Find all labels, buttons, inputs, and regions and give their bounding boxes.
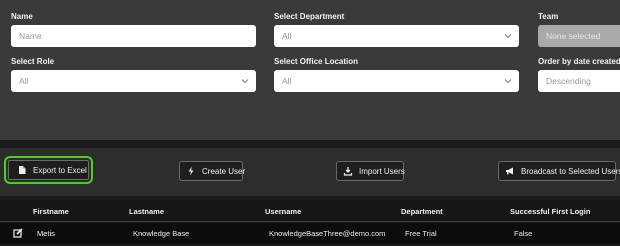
chevron-down-icon (504, 79, 512, 84)
role-label: Select Role (11, 57, 55, 66)
column-header-firstname[interactable]: Firstname (33, 207, 69, 216)
create-user-label: Create User (202, 166, 246, 176)
export-to-excel-button[interactable]: Export to Excel (4, 156, 93, 184)
team-value: None selected (546, 31, 601, 41)
office-location-select[interactable]: All (274, 70, 519, 92)
role-value: All (19, 76, 29, 86)
users-table: Firstname Lastname Username Department S… (0, 200, 620, 246)
cell-firstname: Metis (37, 229, 55, 238)
import-users-label: Import Users (359, 166, 405, 176)
table-header: Firstname Lastname Username Department S… (0, 200, 620, 222)
import-users-button[interactable]: Import Users (336, 161, 405, 181)
action-bar: Export to Excel Create User Import Users… (0, 148, 620, 196)
column-header-department[interactable]: Department (401, 207, 443, 216)
file-icon (19, 166, 26, 174)
cell-lastname: Knowledge Base (133, 229, 190, 238)
cell-department: Free Trial (405, 229, 437, 238)
name-input[interactable]: Name (11, 25, 256, 47)
office-location-value: All (282, 76, 292, 86)
column-header-lastname[interactable]: Lastname (129, 207, 164, 216)
name-label: Name (11, 12, 33, 21)
department-value: All (282, 31, 292, 41)
chevron-down-icon (241, 79, 249, 84)
department-label: Select Department (274, 12, 345, 21)
export-to-excel-label: Export to Excel (33, 165, 87, 175)
cell-first-login: False (514, 229, 533, 238)
column-header-first-login[interactable]: Successful First Login (510, 207, 590, 216)
team-label: Team (538, 12, 559, 21)
create-user-button[interactable]: Create User (179, 161, 246, 181)
column-header-username[interactable]: Username (265, 207, 301, 216)
edit-icon[interactable] (13, 228, 23, 238)
order-by-select[interactable]: Descending (538, 70, 620, 92)
broadcast-label: Broadcast to Selected Users (521, 166, 620, 176)
office-location-label: Select Office Location (274, 57, 359, 66)
import-icon (343, 167, 353, 176)
megaphone-icon (506, 167, 513, 175)
department-select[interactable]: All (274, 25, 519, 47)
bolt-icon (188, 166, 194, 176)
order-by-value: Descending (546, 76, 591, 86)
broadcast-button[interactable]: Broadcast to Selected Users (498, 161, 620, 181)
filter-panel: Name Name Select Department All Team Non… (0, 0, 620, 140)
team-select[interactable]: None selected (538, 25, 620, 47)
role-select[interactable]: All (11, 70, 256, 92)
chevron-down-icon (504, 34, 512, 39)
table-row[interactable]: Metis Knowledge Base KnowledgeBaseThree@… (0, 223, 620, 244)
order-by-label: Order by date created (538, 57, 620, 66)
cell-username: KnowledgeBaseThree@demo.com (269, 229, 386, 238)
